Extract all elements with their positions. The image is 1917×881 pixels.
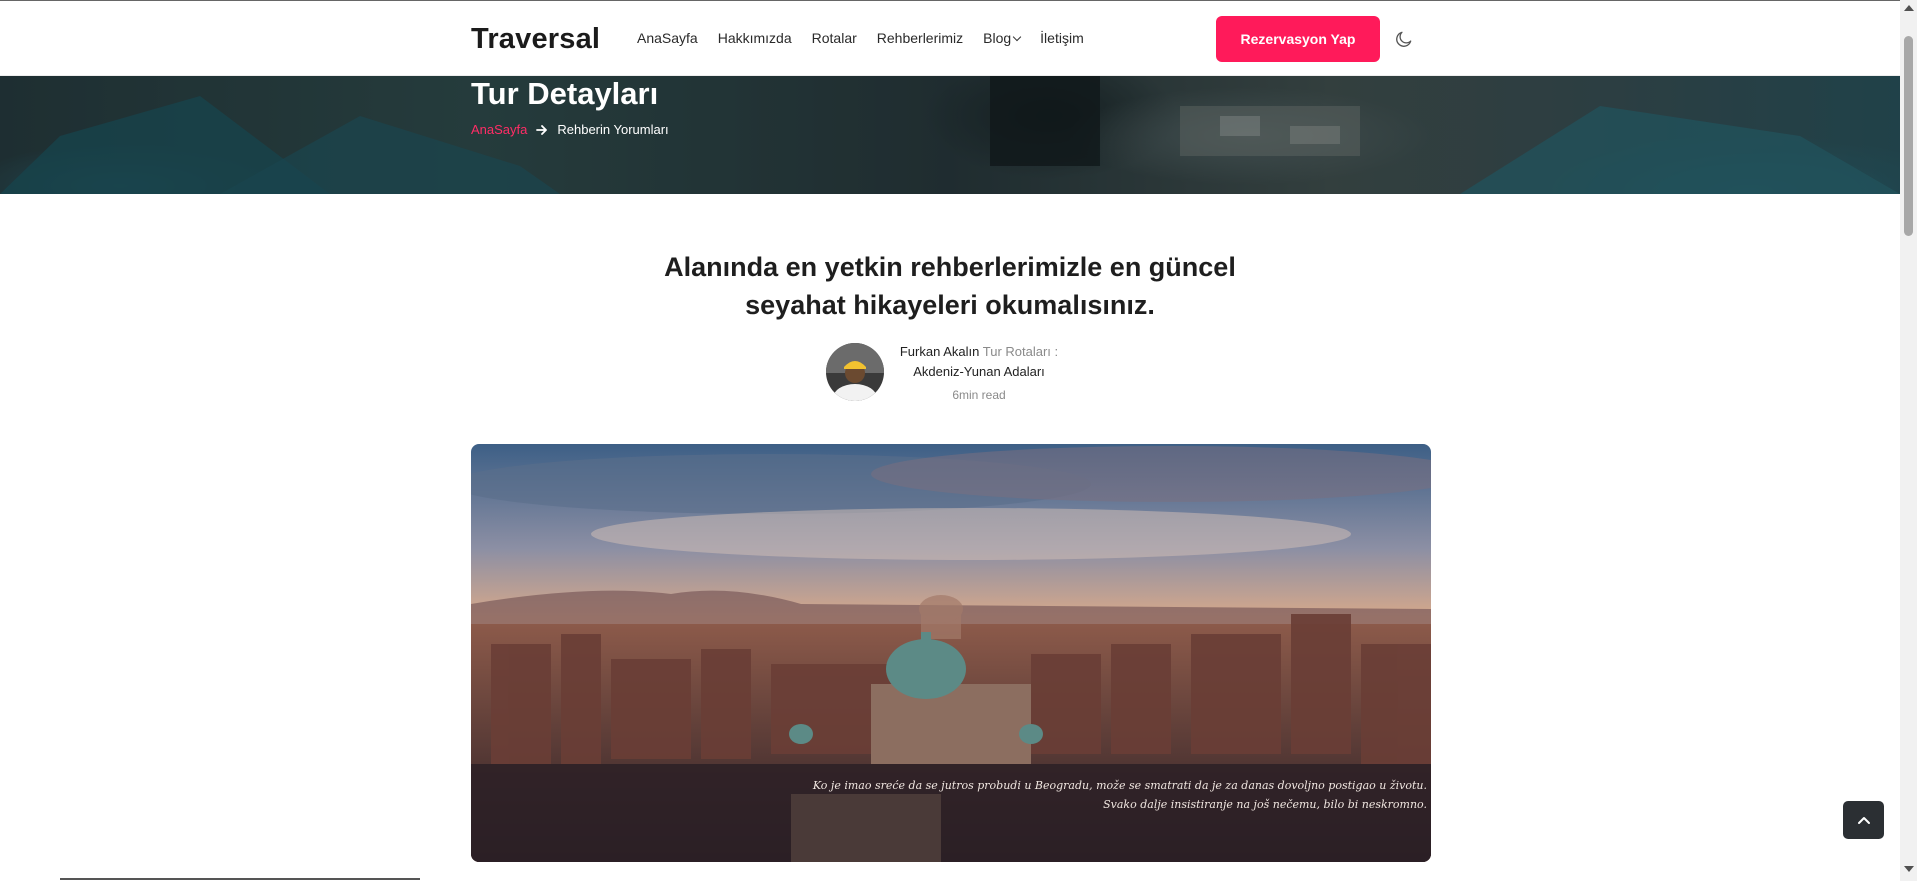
article-hero-image: Ko je imao sreće da se jutros probudi u … — [471, 444, 1431, 862]
image-caption-line-1: Ko je imao sreće da se jutros probudi u … — [812, 779, 1427, 792]
image-caption-line-2: Svako dalje insistiranje na još nečemu, … — [1103, 798, 1427, 811]
article-headline: Alanında en yetkin rehberlerimizle en gü… — [600, 248, 1300, 324]
nav-item-hakkimizda[interactable]: Hakkımızda — [718, 30, 792, 46]
main-nav: AnaSayfa Hakkımızda Rotalar Rehberlerimi… — [637, 30, 1084, 46]
chevron-up-icon — [1857, 817, 1870, 824]
author-route[interactable]: Akdeniz-Yunan Adaları — [913, 364, 1045, 379]
breadcrumb-home-link[interactable]: AnaSayfa — [471, 122, 527, 137]
nav-item-iletisim[interactable]: İletişim — [1040, 30, 1084, 46]
city-panorama-image: Ko je imao sreće da se jutros probudi u … — [471, 444, 1431, 862]
avatar-image — [826, 343, 884, 401]
hero-background-image — [0, 76, 1900, 194]
scroll-to-top-button[interactable] — [1843, 801, 1884, 839]
chevron-down-icon — [1012, 32, 1022, 42]
avatar[interactable] — [826, 343, 884, 401]
read-time: 6min read — [952, 388, 1006, 402]
nav-item-rehberlerimiz[interactable]: Rehberlerimiz — [877, 30, 963, 46]
site-header: Traversal AnaSayfa Hakkımızda Rotalar Re… — [0, 0, 1900, 76]
author-name[interactable]: Furkan Akalın — [900, 344, 980, 359]
breadcrumb-current: Rehberin Yorumları — [557, 122, 669, 137]
scroll-up-arrow-icon[interactable] — [1904, 5, 1914, 11]
reservation-button[interactable]: Rezervasyon Yap — [1216, 16, 1380, 62]
author-category: Tur Rotaları : — [982, 344, 1059, 359]
bottom-divider — [60, 878, 420, 880]
author-text: Furkan Akalın Tur Rotaları : Akdeniz-Yun… — [888, 342, 1070, 405]
moon-icon[interactable] — [1394, 29, 1414, 49]
breadcrumb: AnaSayfa Rehberin Yorumları — [471, 122, 669, 137]
nav-item-anasayfa[interactable]: AnaSayfa — [637, 30, 698, 46]
page-title: Tur Detayları — [471, 76, 659, 111]
scrollbar-thumb[interactable] — [1904, 36, 1913, 236]
headline-line-1: Alanında en yetkin rehberlerimizle en gü… — [664, 252, 1236, 282]
headline-line-2: seyahat hikayeleri okumalısınız. — [745, 290, 1155, 320]
site-logo[interactable]: Traversal — [471, 23, 600, 56]
nav-item-rotalar[interactable]: Rotalar — [812, 30, 857, 46]
page-scrollbar[interactable] — [1900, 0, 1917, 881]
arrow-right-icon — [536, 124, 548, 135]
author-meta: Furkan Akalın Tur Rotaları : Akdeniz-Yun… — [826, 342, 1076, 406]
hero-banner: Tur Detayları AnaSayfa Rehberin Yorumlar… — [0, 76, 1900, 194]
nav-item-blog[interactable]: Blog — [983, 30, 1022, 46]
nav-item-blog-label: Blog — [983, 30, 1012, 46]
scroll-down-arrow-icon[interactable] — [1904, 866, 1914, 872]
